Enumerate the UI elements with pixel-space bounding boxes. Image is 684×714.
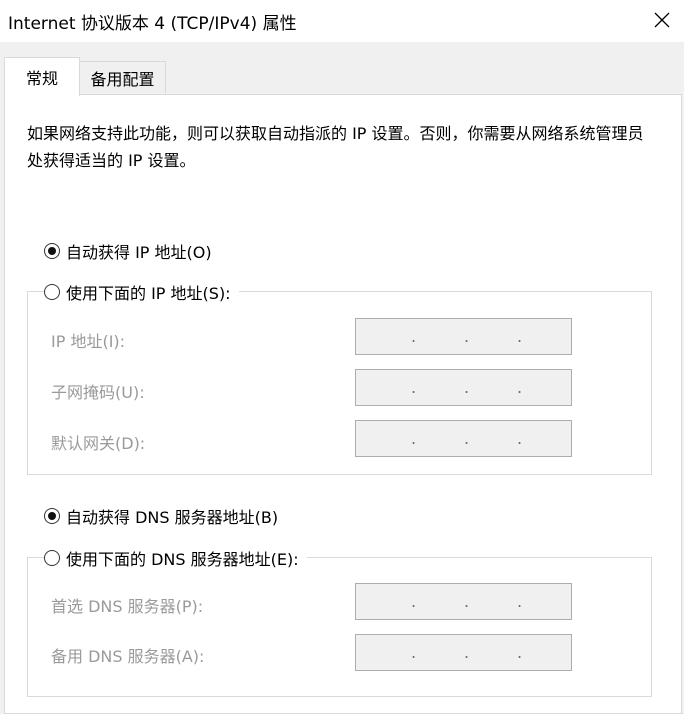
manual-dns-radio-indicator[interactable] — [44, 550, 60, 566]
ip-separator: . — [411, 592, 417, 611]
ip-separator: . — [517, 429, 523, 448]
tab-alternate-configuration-label: 备用配置 — [90, 69, 155, 89]
preferred-dns-input[interactable]: . . . — [355, 583, 572, 620]
ip-separator: . — [411, 429, 417, 448]
auto-ip-radio-indicator[interactable] — [44, 243, 60, 259]
subnet-mask-input[interactable]: . . . — [355, 369, 572, 406]
ip-separator: . — [464, 327, 470, 346]
tab-general-label: 常规 — [25, 69, 58, 88]
title-bar: Internet 协议版本 4 (TCP/IPv4) 属性 — [0, 0, 684, 42]
ip-address-label: IP 地址(I): — [51, 332, 126, 351]
alternate-dns-input[interactable]: . . . — [355, 634, 572, 671]
auto-dns-radio[interactable]: 自动获得 DNS 服务器地址(B) — [44, 504, 279, 528]
ip-separator: . — [464, 592, 470, 611]
description-text: 如果网络支持此功能，则可以获取自动指派的 IP 设置。否则，你需要从网络系统管理… — [27, 124, 644, 170]
ip-separator: . — [517, 378, 523, 397]
default-gateway-label: 默认网关(D): — [51, 434, 146, 453]
ip-separator: . — [517, 643, 523, 662]
auto-dns-radio-label: 自动获得 DNS 服务器地址(B) — [66, 508, 279, 527]
close-button[interactable] — [640, 0, 684, 40]
subnet-mask-label: 子网掩码(U): — [51, 383, 145, 402]
ip-address-input[interactable]: . . . — [355, 318, 572, 355]
ip-separator: . — [464, 643, 470, 662]
manual-ip-radio-label: 使用下面的 IP 地址(S): — [66, 284, 231, 303]
ip-separator: . — [464, 378, 470, 397]
dns-server-group — [27, 557, 652, 697]
ip-separator: . — [411, 378, 417, 397]
ip-separator: . — [411, 643, 417, 662]
ip-separator: . — [411, 327, 417, 346]
manual-dns-radio-label: 使用下面的 DNS 服务器地址(E): — [66, 550, 299, 569]
auto-ip-radio[interactable]: 自动获得 IP 地址(O) — [44, 239, 212, 263]
ip-separator: . — [517, 592, 523, 611]
ip-separator: . — [464, 429, 470, 448]
tab-general[interactable]: 常规 — [4, 57, 80, 96]
manual-ip-radio[interactable]: 使用下面的 IP 地址(S): — [44, 280, 239, 304]
ip-separator: . — [517, 327, 523, 346]
close-icon — [654, 12, 670, 28]
preferred-dns-label: 首选 DNS 服务器(P): — [51, 597, 204, 616]
window-title: Internet 协议版本 4 (TCP/IPv4) 属性 — [8, 14, 297, 34]
default-gateway-input[interactable]: . . . — [355, 420, 572, 457]
tab-alternate-configuration[interactable]: 备用配置 — [80, 61, 166, 93]
manual-ip-radio-indicator[interactable] — [44, 284, 60, 300]
auto-ip-radio-label: 自动获得 IP 地址(O) — [66, 243, 212, 262]
manual-dns-radio[interactable]: 使用下面的 DNS 服务器地址(E): — [44, 546, 307, 570]
auto-dns-radio-indicator[interactable] — [44, 508, 60, 524]
alternate-dns-label: 备用 DNS 服务器(A): — [51, 647, 205, 666]
